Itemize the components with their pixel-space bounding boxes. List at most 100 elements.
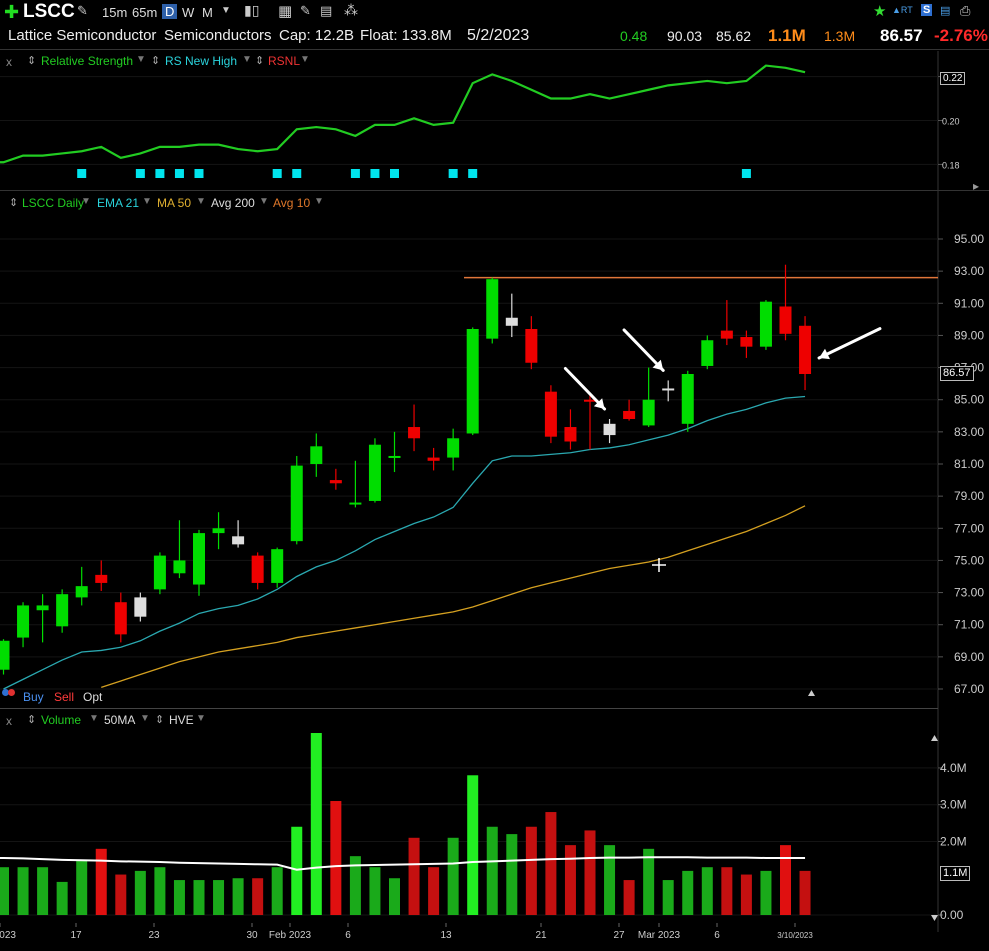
candle-body [623,410,636,419]
share-icon[interactable]: ⁂ [344,2,358,19]
volume-bar [56,881,68,915]
candle [368,438,381,503]
rs-new-high-marker [448,169,458,178]
candle-body [193,533,205,585]
date-tick-label: 13 [440,930,452,941]
volume-bar [193,880,205,915]
candle [427,447,440,471]
avg-volume-value: 1.3M [824,28,856,44]
price-tick-label: 83.00 [954,425,984,439]
bars-icon[interactable]: ▮▯ [244,2,259,19]
candle [525,316,538,370]
candle-body [662,388,675,391]
candle [56,589,69,633]
candle [662,380,675,402]
print-icon[interactable]: ⎙ [960,3,970,19]
timeframe-65m[interactable]: 65m [132,5,157,20]
volume-bar [799,870,811,915]
candle-body [329,480,342,484]
scroll-down-marker-icon[interactable] [931,915,938,921]
candle [36,594,49,643]
rs-tick-label: 0.20 [942,117,960,127]
s-icon[interactable]: S [921,4,933,16]
volume-bar [760,870,772,915]
options-button[interactable]: Opt [83,690,102,704]
date-tick-label: 21 [535,930,547,941]
candle [232,520,245,548]
volume-bar [389,878,400,915]
rt-icon[interactable]: ▲RT [892,5,913,15]
volume-bar [643,848,655,915]
volume-bar [682,870,694,915]
volume-bar [584,830,596,915]
candle [310,433,323,477]
rs-new-high-marker [174,169,184,178]
volume-bar [76,859,88,915]
scroll-up-marker-icon[interactable] [808,690,815,696]
candle [544,385,557,444]
candle [779,264,792,341]
price-tick-label: 89.00 [954,328,984,342]
candle-body [779,306,792,334]
rs-new-high-marker [370,169,380,178]
timeframe-weekly[interactable]: W [182,5,194,20]
candle [603,419,616,444]
layout-icon[interactable]: ▤ [940,4,950,17]
timeframe-daily[interactable]: D [162,4,178,19]
candle-body [251,555,264,583]
volume-bar [115,874,127,915]
volume-bar [291,826,303,915]
rs-new-high-marker [468,169,478,178]
candle [153,552,166,595]
candle [290,455,303,545]
candle [0,639,10,675]
candle-body [17,605,30,638]
candle [388,431,401,473]
scroll-up-marker-icon[interactable] [931,735,938,741]
timeframe-dropdown-icon[interactable]: ▼ [221,5,231,16]
candle-body [642,399,655,426]
high-value: 90.03 [667,28,703,44]
rs-new-high-marker [135,169,145,178]
edit-icon[interactable]: ✎ [77,3,88,19]
volume-bar [154,867,166,915]
add-symbol-icon[interactable]: ✚ [4,2,19,23]
company-name: Lattice Semiconductor [8,27,157,44]
candle-body [368,444,381,501]
star-icon[interactable]: ★ [873,2,886,20]
candle-body [75,586,88,598]
date-tick-label: 30 [246,930,258,941]
buy-button[interactable]: Buy [23,690,44,704]
timeframe-monthly[interactable]: M [202,5,213,20]
candle [505,293,518,338]
float-shares: Float: 133.8M [360,27,452,44]
layers-icon[interactable]: ▤ [320,3,332,19]
rs-new-high-marker [77,169,87,178]
volume-50ma-line [0,856,806,871]
timeframe-15m[interactable]: 15m [102,5,127,20]
annotation-arrow [622,328,665,372]
volume-bar [369,867,381,915]
volume-tick-label: 4.0M [940,761,967,775]
candle [642,367,655,428]
date-tick-label: 3/10/2023 [777,931,813,940]
candle-body [486,279,499,339]
candle [271,547,284,588]
sell-button[interactable]: Sell [54,690,74,704]
volume-bar [310,733,322,915]
candle-body [290,465,303,542]
volume-value: 1.1M [768,26,806,45]
candle [584,393,596,450]
candle-body [427,457,440,461]
volume-bar [506,834,518,915]
price-tick-label: 91.00 [954,296,984,310]
candle-body [466,329,479,434]
date-tick-label: Mar 2023 [638,930,681,941]
candle [408,404,421,452]
ticker-symbol[interactable]: LSCC [23,1,75,23]
draw-icon[interactable]: ✎ [300,3,311,19]
volume-bar [0,867,9,915]
candle [759,300,772,350]
calculator-icon[interactable]: ▦ [278,2,292,20]
trade-icon[interactable] [2,687,16,697]
